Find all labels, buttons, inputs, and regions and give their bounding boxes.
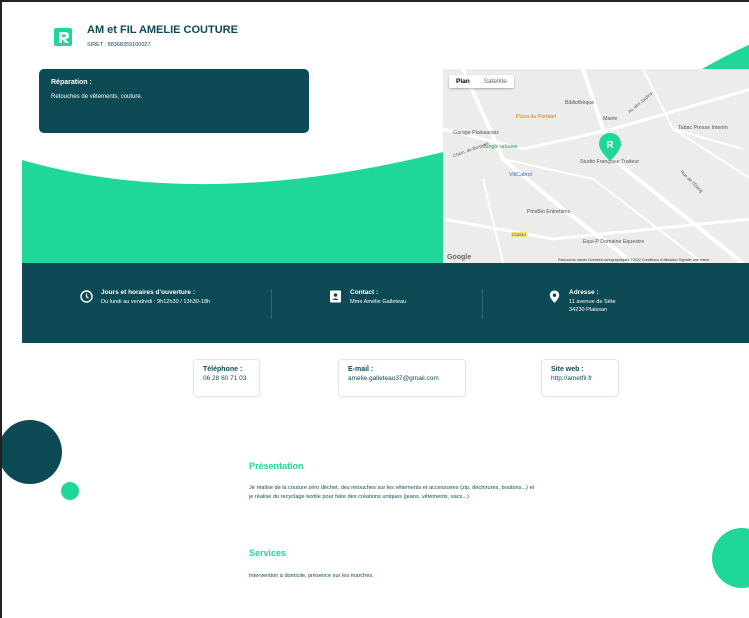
repair-text: Retouches de vêtements, couture.	[51, 94, 143, 100]
info-band: Jours et horaires d'ouverture : Du lundi…	[22, 263, 749, 343]
map-label: Pizza du Portalet	[516, 114, 557, 120]
repair-card: Réparation : Retouches de vêtements, cou…	[39, 69, 309, 133]
google-logo: Google	[447, 254, 472, 261]
map-tab-plan[interactable]: Plan	[449, 75, 477, 88]
presentation-title: Présentation	[249, 461, 304, 471]
address-line2: 34230 Plaissan	[569, 307, 608, 313]
email-value[interactable]: amelie.galleteau37@gmail.com	[348, 375, 456, 382]
phone-box[interactable]: Téléphone : 06 28 60 71 03	[193, 359, 260, 397]
business-name: AM et FIL AMELIE COUTURE	[87, 24, 238, 36]
map-roads	[443, 69, 749, 263]
map-label: Tabac Presse Interim	[678, 125, 728, 131]
address-line1: 11 avenue de Sète	[569, 299, 616, 305]
brand-logo-icon[interactable]	[54, 28, 72, 46]
clock-icon	[80, 290, 93, 303]
svg-text:R: R	[606, 140, 614, 151]
email-label: E-mail :	[348, 366, 374, 373]
location-pin-icon	[549, 290, 560, 303]
website-value[interactable]: http://ametfil.fr	[551, 375, 609, 382]
repair-title: Réparation :	[51, 79, 92, 86]
map-label: PinsBio Entretiens	[527, 209, 571, 215]
contact-card-icon	[330, 290, 341, 303]
email-box[interactable]: E-mail : amelie.galleteau37@gmail.com	[338, 359, 466, 397]
divider	[482, 289, 483, 319]
map-tab-satellite[interactable]: Satellite	[477, 75, 514, 88]
hours-block: Jours et horaires d'ouverture : Du lundi…	[80, 289, 210, 306]
services-text: Intervention à domicile, présence sur le…	[249, 573, 374, 579]
map-label: Mairie	[603, 116, 618, 122]
website-label: Site web :	[551, 366, 584, 373]
address-title: Adresse :	[569, 289, 599, 296]
contact-title: Contact :	[350, 289, 379, 296]
hours-title: Jours et horaires d'ouverture :	[101, 289, 196, 296]
phone-value[interactable]: 06 28 60 71 03	[203, 375, 250, 382]
contact-name: Mme Amélie Galleteau	[350, 299, 407, 305]
map-label: Bibliothèque	[565, 100, 595, 106]
map-label: D185E1	[511, 232, 528, 237]
hours-text: Du lundi au vendredi : 9h12h30 / 13h30-1…	[101, 299, 211, 305]
presentation-text: Je réalise de la couture zéro déchet, de…	[249, 485, 535, 500]
phone-label: Téléphone :	[203, 366, 243, 373]
website-box[interactable]: Site web : http://ametfil.fr	[541, 359, 619, 397]
divider	[271, 289, 272, 319]
map-label: Equi-P Domaine Equestre	[583, 239, 645, 245]
map-type-tabs: Plan Satellite	[449, 75, 514, 88]
siret-number: SIRET : 88368359100027	[87, 42, 151, 48]
map-label: Garage Plaissanais	[453, 130, 499, 136]
map-label: VitiCabrol	[509, 172, 532, 178]
contact-block: Contact : Mme Amélie Galleteau	[329, 289, 406, 306]
services-title: Services	[249, 548, 287, 558]
map-footer[interactable]: Raccourcis clavier Données cartographiqu…	[558, 258, 709, 262]
address-block: Adresse : 11 avenue de Sète 34230 Plaiss…	[548, 289, 616, 314]
location-map[interactable]: Plan Satellite Bibliothèque Pizza du Por…	[443, 69, 749, 263]
page-frame: AM et FIL AMELIE COUTURE SIRET : 8836835…	[0, 0, 749, 618]
map-marker-icon[interactable]: R	[599, 133, 621, 161]
